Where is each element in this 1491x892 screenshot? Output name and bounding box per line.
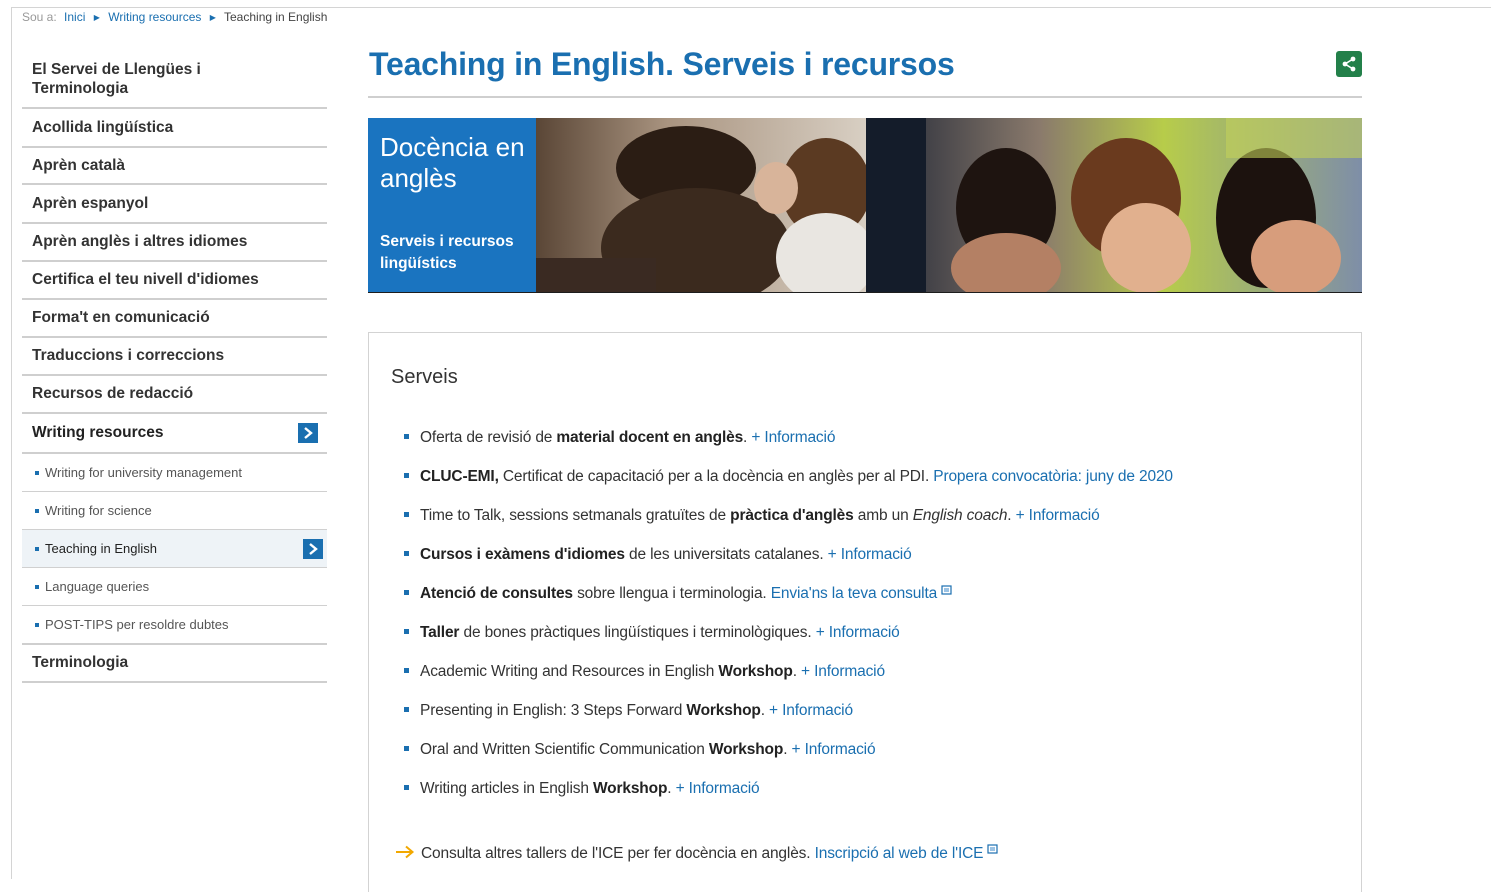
sidebar-item-label: Aprèn català <box>32 156 126 174</box>
info-link[interactable]: + Informació <box>1016 507 1100 524</box>
chevron-right-icon <box>298 423 318 443</box>
list-item: Oral and Written Scientific Communicatio… <box>404 738 876 762</box>
breadcrumb-separator-icon: ▶ <box>93 13 100 22</box>
share-button[interactable] <box>1336 51 1362 77</box>
list-item: Presenting in English: 3 Steps Forward W… <box>404 699 853 723</box>
list-item: Taller de bones pràctiques lingüístiques… <box>404 621 900 645</box>
title-divider <box>368 96 1362 98</box>
ice-workshops-note: Consulta altres tallers de l'ICE per fer… <box>395 841 999 867</box>
bullet-icon <box>404 785 409 790</box>
breadcrumb-separator-icon: ▶ <box>209 13 216 22</box>
breadcrumb-prefix: Sou a: <box>22 10 57 24</box>
sidebar-item-writing-resources[interactable]: Writing resources <box>22 414 327 454</box>
page-title: Teaching in English. Serveis i recursos <box>369 46 955 82</box>
sidebar-item-label: Traduccions i correccions <box>32 347 225 364</box>
list-item: Cursos i exàmens d'idiomes de les univer… <box>404 543 912 567</box>
list-item: CLUC-EMI, Certificat de capacitació per … <box>404 465 1173 489</box>
sidebar-subitem-writing-science[interactable]: Writing for science <box>22 492 327 530</box>
arrow-right-icon <box>396 845 415 859</box>
banner-photo <box>536 118 1362 292</box>
sidebar-item-label: Aprèn espanyol <box>32 194 149 212</box>
bullet-icon <box>35 470 39 475</box>
sidebar-item-formacio-comunicacio[interactable]: Forma't en comunicació <box>22 300 327 338</box>
bullet-icon <box>35 622 39 627</box>
breadcrumb-link-inici[interactable]: Inici <box>64 10 85 24</box>
bullet-icon <box>35 508 39 513</box>
sidebar-item-label: Forma't en comunicació <box>32 309 210 326</box>
external-link-icon <box>987 844 998 854</box>
send-query-link[interactable]: Envia'ns la teva consulta <box>771 585 938 602</box>
sidebar-item-label: Certifica el teu nivell d'idiomes <box>32 271 259 288</box>
sidebar-nav: El Servei de Llengües i Terminologia Aco… <box>22 51 327 683</box>
sidebar-item-label: Terminologia <box>32 654 129 671</box>
chevron-right-icon <box>303 538 323 559</box>
info-link[interactable]: + Informació <box>751 429 835 446</box>
sidebar-item-certifica-nivell[interactable]: Certifica el teu nivell d'idiomes <box>22 262 327 300</box>
bullet-icon <box>404 551 409 556</box>
sidebar-subitem-language-queries[interactable]: Language queries <box>22 568 327 606</box>
list-item: Writing articles in English Workshop. + … <box>404 777 760 801</box>
sidebar-subitem-label: Writing for science <box>45 503 152 518</box>
bullet-icon <box>404 629 409 634</box>
share-icon <box>1342 56 1356 72</box>
sidebar-subitem-label: Language queries <box>45 579 150 594</box>
bullet-icon <box>404 707 409 712</box>
bullet-icon <box>404 668 409 673</box>
sidebar-item-apren-angles[interactable]: Aprèn anglès i altres idiomes <box>22 224 327 262</box>
next-call-link[interactable]: Propera convocatòria: juny de 2020 <box>933 468 1173 485</box>
sidebar-subitem-post-tips[interactable]: POST-TIPS per resoldre dubtes <box>22 606 327 645</box>
external-link-icon <box>941 585 952 595</box>
breadcrumb-current: Teaching in English <box>224 10 328 24</box>
list-item: Academic Writing and Resources in Englis… <box>404 660 885 684</box>
bullet-icon <box>404 473 409 478</box>
bullet-icon <box>35 584 39 589</box>
sidebar-item-apren-espanyol[interactable]: Aprèn espanyol <box>22 185 327 224</box>
sidebar-item-label: Writing resources <box>32 424 164 441</box>
page-frame-left <box>11 7 12 879</box>
sidebar-item-recursos-redaccio[interactable]: Recursos de redacció <box>22 376 327 414</box>
sidebar-subitem-teaching-english[interactable]: Teaching in English <box>22 530 327 568</box>
breadcrumb: Sou a: Inici ▶ Writing resources ▶ Teach… <box>22 8 327 26</box>
info-link[interactable]: + Informació <box>828 546 912 563</box>
sidebar-item-apren-catala[interactable]: Aprèn català <box>22 148 327 185</box>
sidebar-item-terminologia[interactable]: Terminologia <box>22 645 327 683</box>
info-link[interactable]: + Informació <box>816 624 900 641</box>
sidebar-subitem-label: Writing for university management <box>45 465 243 480</box>
breadcrumb-link-writing-resources[interactable]: Writing resources <box>108 10 201 24</box>
list-item: Time to Talk, sessions setmanals gratuït… <box>404 504 1100 528</box>
info-link[interactable]: + Informació <box>769 702 853 719</box>
hero-banner: Docència en anglès Serveis i recursos li… <box>368 118 1362 292</box>
sidebar-item-acollida[interactable]: Acollida lingüística <box>22 109 327 148</box>
sidebar-item-label: El Servei de Llengües i Terminologia <box>32 61 201 97</box>
bullet-icon <box>35 546 39 551</box>
sidebar-item-servei-llengues[interactable]: El Servei de Llengües i Terminologia <box>22 51 327 109</box>
sidebar-subitem-label: Teaching in English <box>45 541 158 556</box>
banner-text-box: Docència en anglès Serveis i recursos li… <box>368 118 536 292</box>
bullet-icon <box>404 746 409 751</box>
sidebar-item-label: Aprèn anglès i altres idiomes <box>32 233 248 250</box>
info-link[interactable]: + Informació <box>801 663 885 680</box>
banner-title: Docència en anglès <box>380 132 525 193</box>
sidebar-item-label: Recursos de redacció <box>32 385 194 402</box>
sidebar-subitem-writing-university-management[interactable]: Writing for university management <box>22 454 327 492</box>
sidebar-item-label: Acollida lingüística <box>32 118 174 136</box>
bullet-icon <box>404 512 409 517</box>
bullet-icon <box>404 434 409 439</box>
sidebar-subitem-label: POST-TIPS per resoldre dubtes <box>45 617 229 632</box>
services-panel: Serveis Oferta de revisió de material do… <box>368 332 1362 892</box>
list-item: Oferta de revisió de material docent en … <box>404 426 835 450</box>
info-link[interactable]: + Informació <box>792 741 876 758</box>
sidebar-item-traduccions[interactable]: Traduccions i correccions <box>22 338 327 376</box>
banner-subtitle: Serveis i recursos lingüístics <box>380 233 514 272</box>
list-item: Atenció de consultes sobre llengua i ter… <box>404 582 953 606</box>
services-heading: Serveis <box>391 366 458 388</box>
bullet-icon <box>404 590 409 595</box>
info-link[interactable]: + Informació <box>676 780 760 797</box>
ice-registration-link[interactable]: Inscripció al web de l'ICE <box>815 845 984 862</box>
